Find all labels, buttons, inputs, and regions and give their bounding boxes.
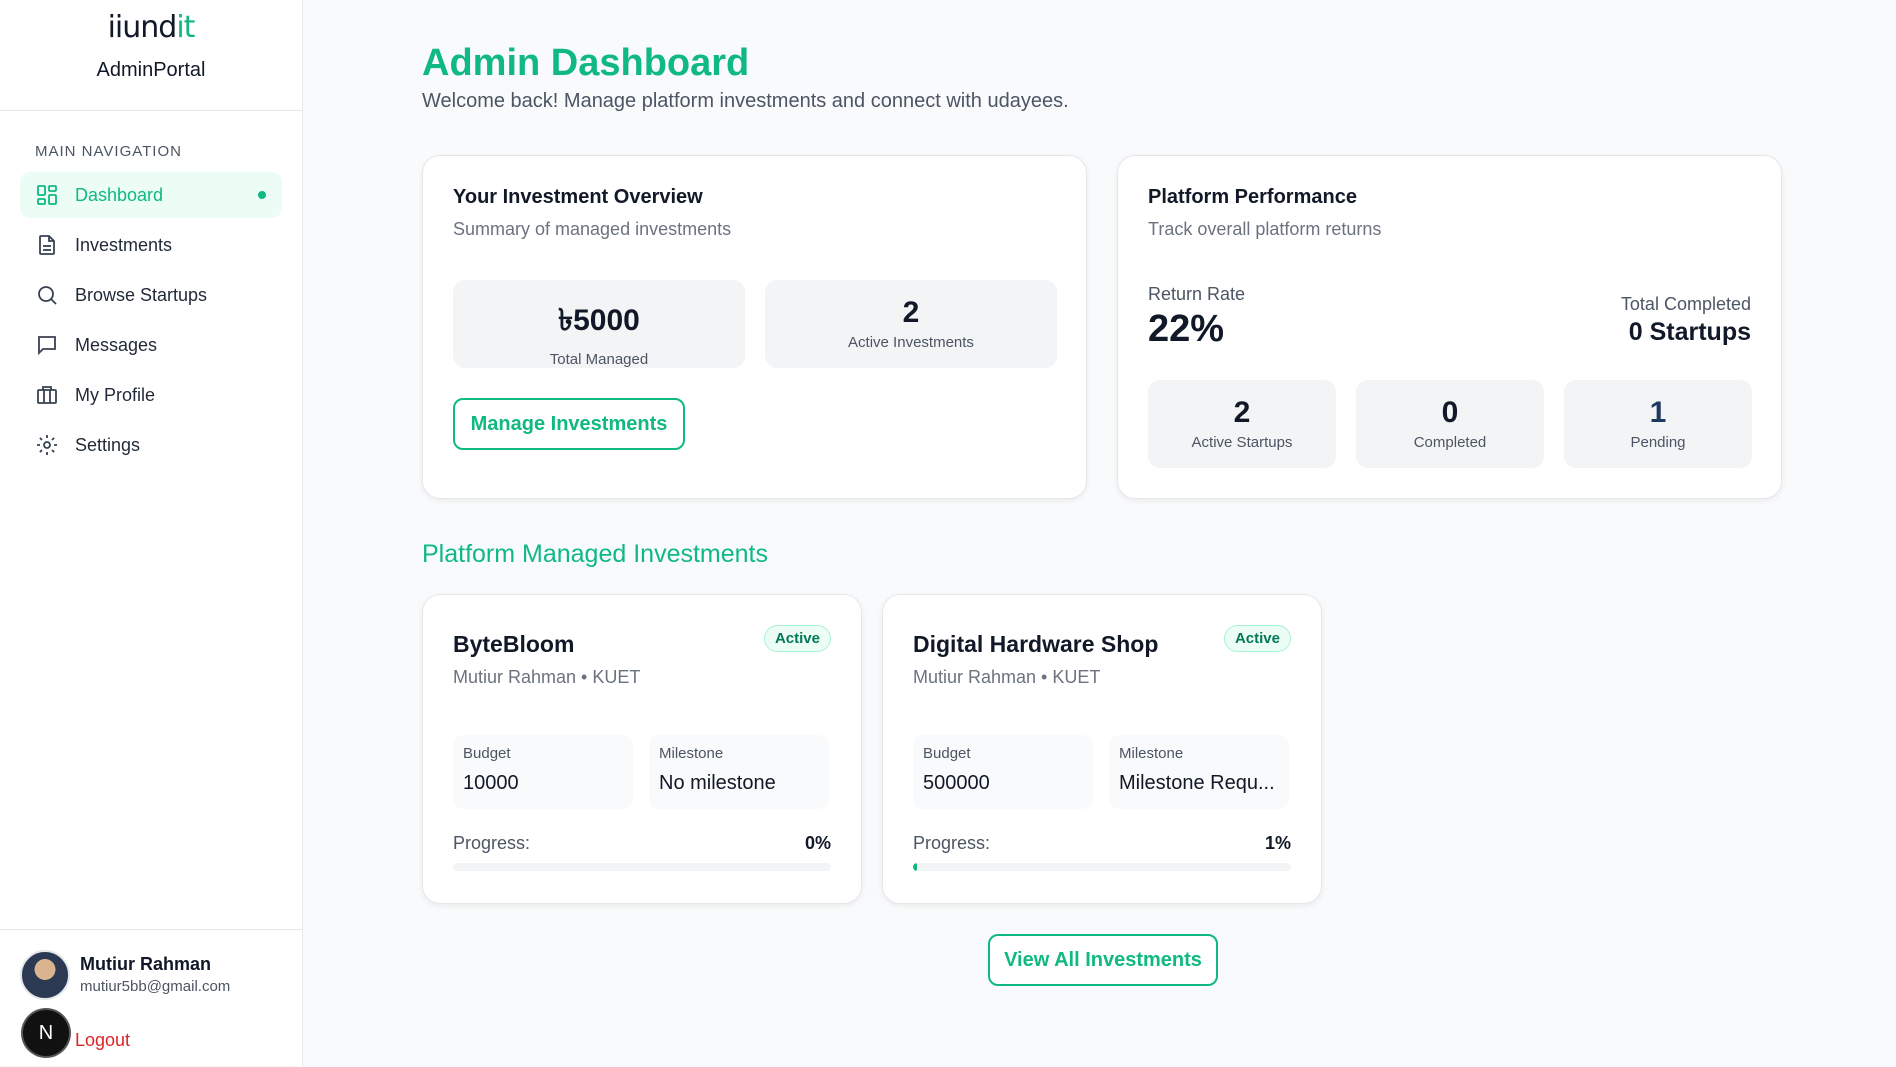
sidebar-item-investments[interactable]: Investments — [20, 222, 282, 268]
brand: iiundit AdminPortal — [0, 0, 302, 111]
card-title: Your Investment Overview — [453, 186, 703, 208]
stat-label: Completed — [1413, 434, 1487, 451]
investment-title: ByteBloom — [453, 631, 575, 657]
pending-stat: 1 Pending — [1564, 380, 1752, 468]
sidebar-item-label: Dashboard — [75, 184, 164, 205]
total-completed-value: 0 Startups — [1628, 318, 1751, 346]
sidebar-item-label: Browse Startups — [75, 284, 208, 305]
gear-icon — [37, 435, 57, 455]
budget-label: Budget — [463, 745, 511, 762]
sidebar-item-label: Settings — [75, 434, 141, 455]
budget-value: 10000 — [463, 772, 519, 794]
progress-label: Progress: — [453, 833, 531, 853]
manage-investments-button[interactable]: Manage Investments — [453, 398, 685, 450]
avatar[interactable] — [20, 950, 70, 1000]
status-badge: Active — [1223, 625, 1291, 652]
progress-label: Progress: — [913, 833, 991, 853]
stat-label: Active Startups — [1191, 434, 1293, 451]
completed-stat: 0 Completed — [1356, 380, 1544, 468]
milestone-box: Milestone No milestone — [649, 735, 829, 809]
stat-value: 2 — [902, 296, 920, 329]
milestone-value: Milestone Requ... — [1119, 772, 1275, 794]
investment-overview-card: Your Investment Overview Summary of mana… — [422, 155, 1087, 499]
budget-label: Budget — [923, 745, 971, 762]
total-completed-label: Total Completed — [1620, 294, 1751, 314]
milestone-value: No milestone — [659, 772, 776, 794]
card-title: Platform Performance — [1148, 186, 1357, 208]
user-panel: Mutiur Rahman mutiur5bb@gmail.com N Logo… — [0, 929, 302, 1067]
document-icon — [39, 235, 55, 255]
stat-value: 2 — [1233, 396, 1251, 429]
stat-label: Pending — [1630, 434, 1686, 451]
stat-value: 0 — [1441, 396, 1459, 429]
investment-card-digital-hardware-shop[interactable]: Digital Hardware Shop Mutiur Rahman • KU… — [882, 594, 1322, 904]
briefcase-icon — [37, 386, 57, 404]
sidebar-item-label: Messages — [75, 334, 158, 355]
progress-percent: 0% — [804, 833, 831, 853]
sidebar-item-label: Investments — [75, 234, 173, 255]
page-subtitle: Welcome back! Manage platform investment… — [422, 90, 1069, 112]
card-subtitle: Track overall platform returns — [1148, 219, 1382, 239]
investment-subtitle: Mutiur Rahman • KUET — [913, 667, 1101, 687]
portal-name: AdminPortal — [96, 59, 206, 81]
sidebar-item-messages[interactable]: Messages — [20, 322, 282, 368]
progress-bar — [913, 863, 1291, 871]
view-all-investments-button[interactable]: View All Investments — [988, 934, 1218, 986]
total-managed-stat: ৳5000 Total Managed — [453, 280, 745, 368]
investment-card-bytebloom[interactable]: ByteBloom Mutiur Rahman • KUET Active Bu… — [422, 594, 862, 904]
user-email: mutiur5bb@gmail.com — [80, 978, 231, 995]
budget-box: Budget 10000 — [453, 735, 633, 809]
search-icon — [38, 286, 57, 305]
dashboard-icon — [37, 185, 57, 205]
budget-value: 500000 — [923, 772, 990, 794]
logout-link[interactable]: Logout — [75, 1030, 130, 1051]
stat-value: ৳5000 — [558, 304, 640, 337]
milestone-box: Milestone Milestone Requ... — [1109, 735, 1289, 809]
active-indicator — [258, 191, 266, 199]
sidebar-item-settings[interactable]: Settings — [20, 422, 282, 468]
page-title: Admin Dashboard — [422, 42, 750, 84]
progress-percent: 1% — [1264, 833, 1291, 853]
user-name: Mutiur Rahman — [80, 954, 212, 974]
return-rate-value: 22% — [1148, 308, 1225, 350]
main-navigation: Dashboard Investments Browse Startups Me… — [0, 172, 302, 468]
stat-label: Active Investments — [848, 334, 974, 351]
milestone-label: Milestone — [1119, 745, 1184, 762]
logo-text: iiund — [107, 10, 178, 45]
message-icon — [38, 336, 56, 356]
sidebar-item-my-profile[interactable]: My Profile — [20, 372, 282, 418]
logo[interactable]: iiundit — [0, 0, 302, 45]
section-title: Platform Managed Investments — [422, 540, 768, 568]
progress-bar — [453, 863, 831, 871]
platform-performance-card: Platform Performance Track overall platf… — [1117, 155, 1782, 499]
stat-label: Total Managed — [549, 351, 649, 368]
budget-box: Budget 500000 — [913, 735, 1093, 809]
investment-subtitle: Mutiur Rahman • KUET — [453, 667, 641, 687]
investment-title: Digital Hardware Shop — [913, 631, 1159, 657]
progress-fill — [913, 863, 917, 871]
active-startups-stat: 2 Active Startups — [1148, 380, 1336, 468]
milestone-label: Milestone — [659, 745, 724, 762]
sidebar-item-dashboard[interactable]: Dashboard — [20, 172, 282, 218]
status-badge: Active — [763, 625, 831, 652]
return-rate-label: Return Rate — [1148, 284, 1246, 304]
nav-section-title: MAIN NAVIGATION — [35, 143, 182, 160]
card-subtitle: Summary of managed investments — [453, 219, 732, 239]
dev-tools-badge[interactable]: N — [23, 1010, 69, 1056]
stat-value: 1 — [1649, 396, 1667, 429]
sidebar-item-label: My Profile — [75, 384, 156, 405]
sidebar: iiundit AdminPortal MAIN NAVIGATION Dash… — [0, 0, 303, 1066]
logo-accent: it — [176, 10, 195, 45]
sidebar-item-browse-startups[interactable]: Browse Startups — [20, 272, 282, 318]
active-investments-stat: 2 Active Investments — [765, 280, 1057, 368]
